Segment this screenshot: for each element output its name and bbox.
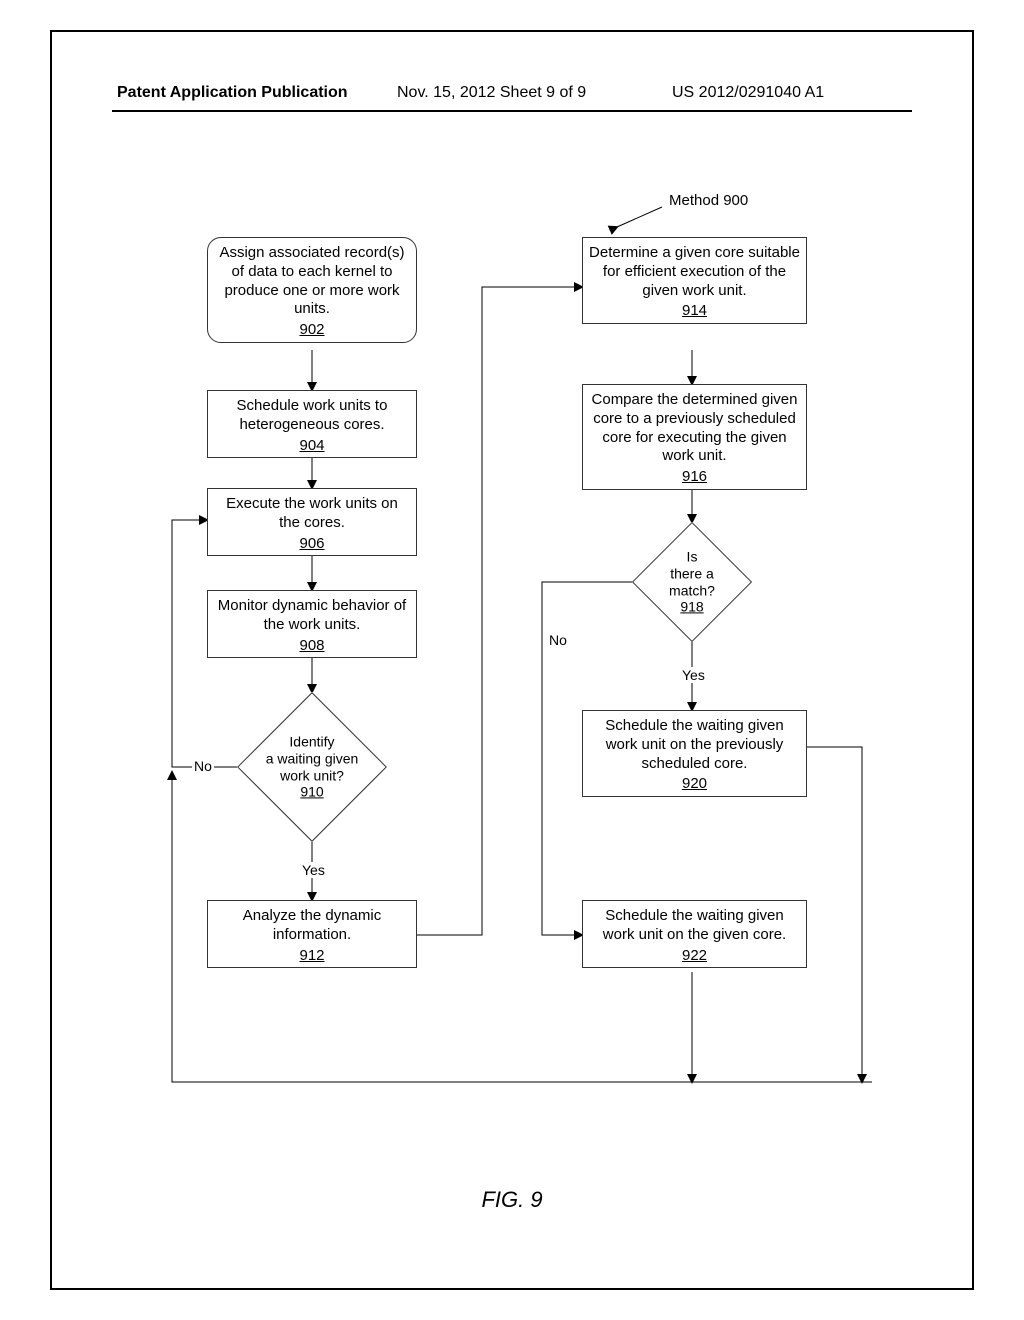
decision-918: Is there a match? 918 [632,522,752,642]
figure-caption: FIG. 9 [52,1187,972,1213]
step-916: Compare the determined given core to a p… [582,384,807,490]
step-902-text: Assign associated record(s) of data to e… [219,244,404,317]
step-906-text: Execute the work units on the cores. [226,495,398,531]
step-922: Schedule the waiting given work unit on … [582,900,807,968]
step-920-ref: 920 [589,775,800,794]
step-912-text: Analyze the dynamic information. [243,907,381,943]
decision-910-yes: Yes [300,862,327,878]
decision-910-l2: a waiting given [266,750,359,766]
step-922-text: Schedule the waiting given work unit on … [603,907,786,943]
step-902-ref: 902 [214,321,410,340]
decision-918-no: No [547,632,569,648]
decision-918-ref: 918 [680,599,703,615]
method-label: Method 900 [667,192,750,209]
step-912-ref: 912 [214,947,410,966]
step-912: Analyze the dynamic information. 912 [207,900,417,968]
step-916-text: Compare the determined given core to a p… [592,391,798,464]
step-922-ref: 922 [589,947,800,966]
decision-910-l3: work unit? [280,767,344,783]
step-904-text: Schedule work units to heterogeneous cor… [237,397,388,433]
decision-910-ref: 910 [300,784,323,800]
decision-910: Identify a waiting given work unit? 910 [237,692,387,842]
decision-910-l1: Identify [289,733,334,749]
decision-918-l2: there a [670,565,714,581]
step-914: Determine a given core suitable for effi… [582,237,807,324]
step-920-text: Schedule the waiting given work unit on … [605,717,783,772]
step-908-text: Monitor dynamic behavior of the work uni… [218,597,406,633]
step-904-ref: 904 [214,437,410,456]
step-906: Execute the work units on the cores. 906 [207,488,417,556]
page-frame: Patent Application Publication Nov. 15, … [50,30,974,1290]
step-908-ref: 908 [214,637,410,656]
decision-910-no: No [192,758,214,774]
decision-918-l1: Is [687,548,698,564]
step-916-ref: 916 [589,468,800,487]
step-914-ref: 914 [589,302,800,321]
step-902: Assign associated record(s) of data to e… [207,237,417,343]
step-920: Schedule the waiting given work unit on … [582,710,807,797]
flowchart-canvas: Method 900 Assign associated record(s) o… [52,32,972,1288]
flow-arrows [52,32,976,1292]
decision-918-yes: Yes [680,667,707,683]
step-904: Schedule work units to heterogeneous cor… [207,390,417,458]
step-908: Monitor dynamic behavior of the work uni… [207,590,417,658]
step-914-text: Determine a given core suitable for effi… [589,244,800,299]
step-906-ref: 906 [214,535,410,554]
decision-918-l3: match? [669,582,715,598]
